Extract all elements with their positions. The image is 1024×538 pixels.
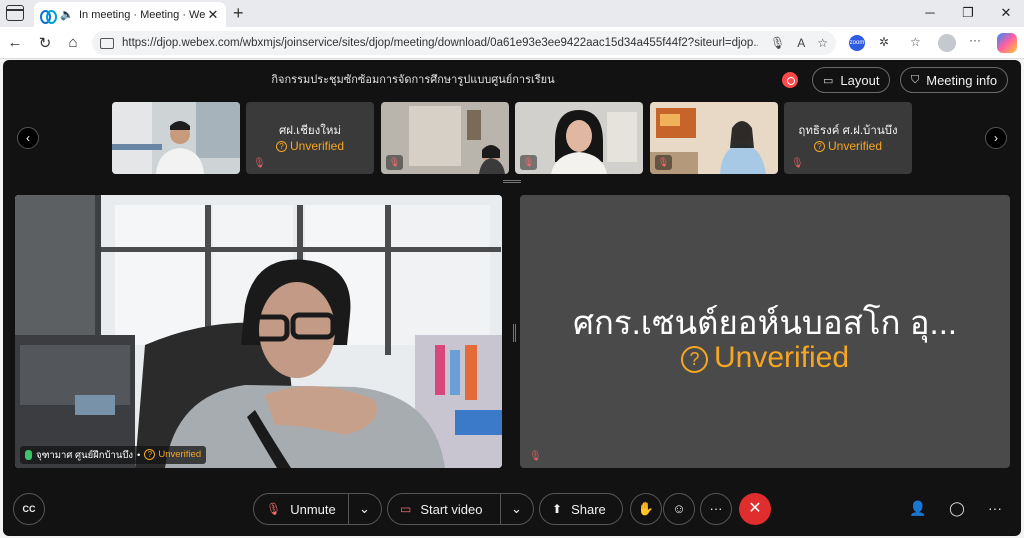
share-screen-icon: ⬆ bbox=[552, 502, 563, 516]
share-segment: ⬆ Share bbox=[540, 494, 618, 524]
unverified-label: ? Unverified bbox=[144, 449, 201, 461]
chat-icon[interactable]: ◯ bbox=[947, 500, 967, 517]
url-text: https://djop.webex.com/wbxmjs/joinservic… bbox=[122, 37, 758, 49]
layout-button[interactable]: ▭ Layout bbox=[812, 67, 891, 93]
tab-close-icon[interactable]: ✕ bbox=[206, 7, 220, 23]
participant-thumbnail[interactable]: ศฝ.เชียงใหม่ ? Unverified 🎙 bbox=[246, 102, 374, 174]
participant-thumbnail[interactable]: 🎙 bbox=[381, 102, 509, 174]
audio-options-dropdown[interactable]: ⌄ bbox=[349, 494, 380, 524]
strip-prev-button[interactable]: ‹ bbox=[17, 127, 39, 149]
profile-avatar[interactable] bbox=[938, 34, 956, 52]
participant-thumbnail[interactable]: 🎙 bbox=[515, 102, 643, 174]
layout-label: Layout bbox=[840, 72, 880, 88]
active-speaker-video[interactable]: จุฑามาศ ศูนย์ฝึกบ้านบึง • ? Unverified bbox=[15, 195, 502, 468]
read-aloud-icon[interactable]: A bbox=[797, 36, 805, 50]
muted-mic-icon: 🎙 bbox=[529, 451, 542, 462]
video-off-icon: ▭ bbox=[400, 502, 412, 516]
more-menu-icon[interactable]: ··· bbox=[969, 33, 981, 47]
participant-thumbnail[interactable] bbox=[112, 102, 240, 174]
back-icon[interactable]: ← bbox=[6, 34, 24, 51]
reactions-button[interactable]: ☺ bbox=[663, 493, 695, 525]
participant-thumbnail[interactable]: 🎙 bbox=[650, 102, 778, 174]
chevron-down-icon: ⌄ bbox=[511, 501, 522, 516]
meeting-info-button[interactable]: ⛉ Meeting info bbox=[900, 67, 1009, 93]
participant-name: ฤทธิรงค์ ศ.ฝ.บ้านบึง bbox=[798, 125, 898, 137]
address-bar: ← ↻ ⌂ https://djop.webex.com/wbxmjs/join… bbox=[0, 27, 1024, 59]
recording-indicator[interactable] bbox=[782, 72, 798, 88]
mic-icon[interactable]: 🎙 bbox=[770, 36, 785, 50]
muted-mic-icon: 🎙 bbox=[386, 155, 403, 170]
webex-favicon-icon bbox=[40, 9, 57, 24]
question-icon: ? bbox=[144, 449, 156, 461]
muted-mic-icon: 🎙 bbox=[253, 158, 266, 169]
shield-icon: ⛉ bbox=[911, 73, 920, 86]
participant-tile[interactable]: ศกร.เซนต์ยอห์นบอสโก อุ... ? Unverified 🎙 bbox=[520, 195, 1010, 468]
muted-mic-icon: 🎙 bbox=[520, 155, 537, 170]
leave-meeting-button[interactable]: ✕ bbox=[739, 493, 771, 525]
muted-mic-icon: 🎙 bbox=[791, 158, 804, 169]
muted-mic-icon: 🎙 bbox=[266, 502, 282, 516]
unverified-label: ? Unverified bbox=[784, 139, 912, 153]
speaker-name: จุฑามาศ ศูนย์ฝึกบ้านบึง bbox=[36, 449, 133, 461]
speaker-name-tag: จุฑามาศ ศูนย์ฝึกบ้านบึง • ? Unverified bbox=[20, 446, 207, 464]
tab-title: In meeting · Meeting · Webe bbox=[79, 8, 206, 21]
url-field[interactable]: https://djop.webex.com/wbxmjs/joinservic… bbox=[92, 31, 836, 55]
share-button[interactable]: ⬆ Share bbox=[539, 493, 623, 525]
speaker-video-frame bbox=[15, 195, 502, 468]
new-tab-icon[interactable]: + bbox=[233, 3, 244, 24]
strip-next-button[interactable]: › bbox=[985, 127, 1007, 149]
meeting-title: กิจกรรมประชุมซักซ้อมการจัดการศึกษารูปแบบ… bbox=[271, 74, 555, 86]
captions-button[interactable]: CC bbox=[13, 493, 45, 525]
site-info-icon[interactable] bbox=[100, 37, 114, 49]
chevron-down-icon: ⌄ bbox=[359, 501, 370, 516]
name-separator: • bbox=[137, 449, 141, 461]
unmute-label: Unmute bbox=[290, 501, 336, 517]
home-icon[interactable]: ⌂ bbox=[64, 34, 82, 51]
participants-icon[interactable]: 👤 bbox=[908, 500, 928, 517]
muted-mic-icon: 🎙 bbox=[655, 155, 672, 170]
video-options-dropdown[interactable]: ⌄ bbox=[501, 494, 532, 524]
favorite-star-icon[interactable]: ☆ bbox=[817, 36, 828, 50]
window-close-icon[interactable]: ✕ bbox=[996, 5, 1016, 21]
refresh-icon[interactable]: ↻ bbox=[36, 34, 54, 52]
participant-thumbnail[interactable]: ฤทธิรงค์ ศ.ฝ.บ้านบึง ? Unverified 🎙 bbox=[784, 102, 912, 174]
raise-hand-button[interactable]: ✋ bbox=[630, 493, 662, 525]
tab-actions-icon[interactable] bbox=[6, 5, 24, 21]
speaker-icon[interactable]: 🔈 bbox=[60, 8, 74, 21]
unmute-control: 🎙 Unmute ⌄ bbox=[253, 493, 382, 525]
browser-tab[interactable]: 🔈 In meeting · Meeting · Webe ✕ bbox=[34, 2, 226, 27]
share-label: Share bbox=[571, 501, 606, 517]
browser-tab-bar: 🔈 In meeting · Meeting · Webe ✕ + ─ ❐ ✕ bbox=[0, 0, 1024, 27]
extensions-icon[interactable]: ✲ bbox=[879, 35, 889, 49]
participant-name: ศฝ.เชียงใหม่ bbox=[278, 125, 342, 137]
mic-active-icon bbox=[25, 450, 32, 460]
restore-icon[interactable]: ❐ bbox=[958, 5, 978, 21]
question-icon: ? bbox=[275, 141, 287, 153]
layout-icon: ▭ bbox=[823, 74, 834, 87]
split-resize-handle[interactable] bbox=[513, 324, 516, 342]
favorites-icon[interactable]: ☆ bbox=[910, 35, 921, 49]
meeting-info-label: Meeting info bbox=[926, 72, 998, 88]
more-panels-icon[interactable]: ··· bbox=[985, 500, 1005, 516]
start-video-label: Start video bbox=[420, 501, 483, 517]
unverified-label: ? Unverified bbox=[246, 139, 374, 153]
participant-video bbox=[112, 102, 240, 174]
meeting-window: กิจกรรมประชุมซักซ้อมการจัดการศึกษารูปแบบ… bbox=[3, 60, 1021, 536]
question-icon: ? bbox=[680, 345, 708, 373]
zoom-extension-icon[interactable]: zoom bbox=[849, 35, 865, 51]
minimize-icon[interactable]: ─ bbox=[920, 5, 940, 20]
copilot-icon[interactable] bbox=[997, 33, 1017, 53]
unverified-label: ? Unverified bbox=[520, 341, 1010, 375]
more-options-button[interactable]: ··· bbox=[700, 493, 732, 525]
unmute-button[interactable]: 🎙 Unmute bbox=[254, 494, 348, 524]
strip-resize-handle[interactable] bbox=[503, 180, 521, 183]
start-video-button[interactable]: ▭ Start video bbox=[388, 494, 500, 524]
question-icon: ? bbox=[813, 141, 825, 153]
video-control: ▭ Start video ⌄ bbox=[387, 493, 534, 525]
